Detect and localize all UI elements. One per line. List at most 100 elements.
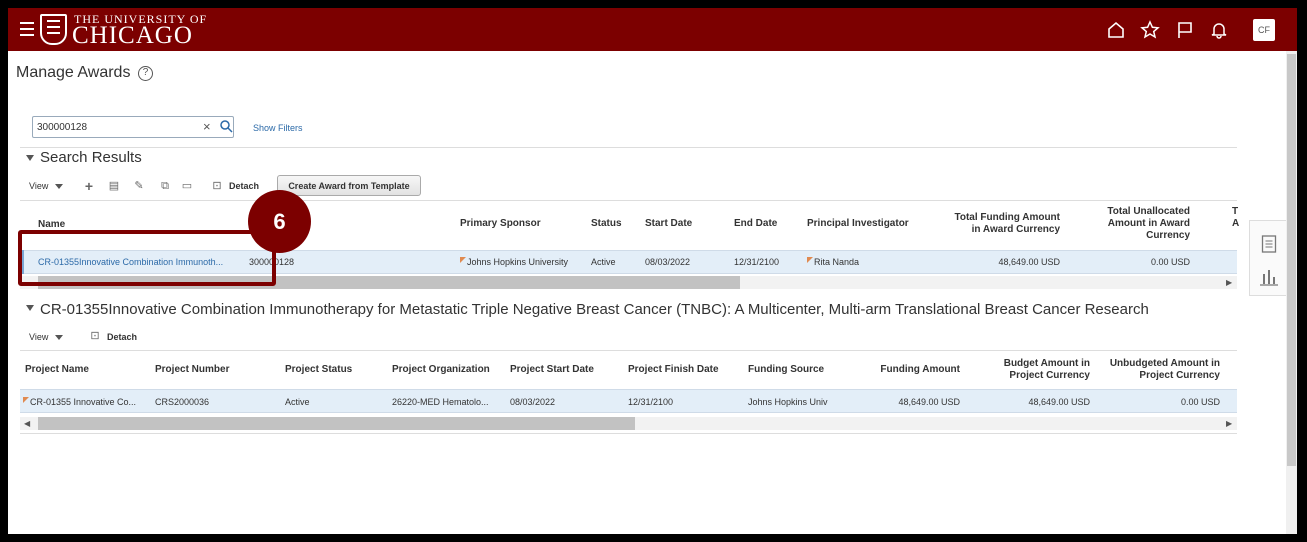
hamburger-menu-icon[interactable]: [20, 22, 34, 36]
search-box: ×: [32, 116, 234, 138]
col-header-project-name[interactable]: Project Name: [25, 364, 89, 376]
project-name-value: CR-01355 Innovative Co...: [30, 397, 137, 407]
budget-amount-cell: 48,649.00 USD: [1028, 397, 1090, 407]
col-header-total-funding-line1: Total Funding Amount: [954, 212, 1060, 223]
col-header-budget-amount[interactable]: Budget Amount in Project Currency: [980, 358, 1090, 382]
project-org-cell: 26220-MED Hematolo...: [392, 397, 489, 407]
col-header-project-finish-date[interactable]: Project Finish Date: [628, 364, 719, 376]
pi-value: Rita Nanda: [814, 257, 860, 267]
divider: [20, 433, 1237, 434]
comments-icon[interactable]: ▭: [181, 180, 193, 192]
status-cell: Active: [591, 257, 616, 267]
total-funding-cell: 48,649.00 USD: [998, 257, 1060, 267]
edit-pencil-icon[interactable]: ✎: [133, 180, 145, 192]
add-icon[interactable]: +: [83, 179, 95, 193]
pi-flag-icon: [807, 257, 813, 263]
col-header-project-number[interactable]: Project Number: [155, 364, 229, 376]
col-header-unallocated-line3: Currency: [1146, 230, 1190, 241]
col-header-primary-sponsor[interactable]: Primary Sponsor: [460, 218, 541, 230]
detail-scroll-left-arrow-icon[interactable]: ◀: [24, 419, 30, 428]
award-detail-title: CR-01355Innovative Combination Immunothe…: [40, 301, 1149, 318]
end-date-cell: 12/31/2100: [734, 257, 780, 267]
detail-view-menu[interactable]: View: [29, 332, 48, 342]
collapse-results-icon[interactable]: [26, 155, 34, 161]
project-finish-cell: 12/31/2100: [628, 397, 674, 407]
page-scrollbar-thumb[interactable]: [1287, 54, 1296, 466]
detail-scrollbar-thumb[interactable]: [38, 417, 635, 430]
col-header-truncated-line2: A: [1232, 218, 1240, 229]
col-header-project-organization[interactable]: Project Organization: [392, 364, 490, 376]
detail-detach-button[interactable]: Detach: [107, 332, 137, 342]
collapse-detail-icon[interactable]: [26, 305, 34, 311]
detail-detach-icon[interactable]: ⊡: [89, 330, 101, 342]
project-number-cell: CRS2000036: [155, 397, 210, 407]
clear-search-icon[interactable]: ×: [203, 120, 211, 134]
col-header-total-unallocated[interactable]: Total Unallocated Amount in Award Curren…: [1078, 206, 1190, 242]
university-crest-logo: [40, 14, 67, 45]
document-list-icon[interactable]: [1261, 235, 1277, 253]
col-header-unallocated-line1: Total Unallocated: [1107, 206, 1190, 217]
user-avatar[interactable]: CF: [1253, 19, 1275, 41]
notifications-bell-icon[interactable]: [1209, 20, 1229, 40]
step-number-badge: 6: [248, 190, 311, 253]
col-header-total-funding-line2: in Award Currency: [971, 224, 1060, 235]
detach-icon[interactable]: ⊡: [211, 180, 223, 192]
col-header-budget-line2: Project Currency: [1009, 370, 1090, 381]
search-input[interactable]: [37, 119, 197, 135]
page-title: Manage Awards: [16, 64, 131, 81]
view-menu[interactable]: View: [29, 181, 48, 191]
app-window: THE UNIVERSITY OF CHICAGO CF Manage Awar…: [8, 8, 1297, 534]
start-date-cell: 08/03/2022: [645, 257, 691, 267]
col-header-project-status[interactable]: Project Status: [285, 364, 352, 376]
funding-amount-cell: 48,649.00 USD: [898, 397, 960, 407]
col-header-funding-amount[interactable]: Funding Amount: [858, 364, 960, 376]
top-bar: THE UNIVERSITY OF CHICAGO CF: [8, 8, 1297, 51]
col-header-total-funding[interactable]: Total Funding Amount in Award Currency: [938, 212, 1060, 236]
col-header-status[interactable]: Status: [591, 218, 622, 230]
col-header-end-date[interactable]: End Date: [734, 218, 777, 230]
document-icon[interactable]: ▤: [108, 180, 120, 192]
favorites-star-icon[interactable]: [1140, 20, 1160, 40]
divider: [20, 147, 1237, 148]
highlight-callout-box: [18, 230, 276, 286]
col-header-unbudgeted-line1: Unbudgeted Amount in: [1109, 358, 1220, 369]
col-header-truncated-line1: T: [1232, 206, 1239, 217]
scroll-right-arrow-icon[interactable]: ▶: [1226, 278, 1232, 287]
divider: [20, 200, 1237, 201]
view-dropdown-icon[interactable]: [55, 184, 63, 189]
logo-main-text[interactable]: CHICAGO: [72, 22, 193, 50]
project-name-cell[interactable]: CR-01355 Innovative Co...: [23, 397, 136, 407]
project-status-cell: Active: [285, 397, 310, 407]
search-icon[interactable]: [219, 119, 233, 133]
pi-cell: Rita Nanda: [807, 257, 859, 267]
flag-icon[interactable]: [1175, 20, 1195, 40]
col-header-budget-line1: Budget Amount in: [1003, 358, 1090, 369]
col-header-principal-investigator[interactable]: Principal Investigator: [807, 218, 909, 230]
primary-sponsor-value: Johns Hopkins University: [467, 257, 569, 267]
home-icon[interactable]: [1106, 20, 1126, 40]
primary-sponsor-cell: Johns Hopkins University: [460, 257, 568, 267]
detail-view-dropdown-icon[interactable]: [55, 335, 63, 340]
project-flag-icon: [23, 397, 29, 403]
create-award-from-template-button[interactable]: Create Award from Template: [277, 175, 421, 196]
col-header-unallocated-line2: Amount in Award: [1107, 218, 1190, 229]
unallocated-cell: 0.00 USD: [1150, 257, 1190, 267]
col-header-truncated[interactable]: T A: [1232, 206, 1239, 230]
col-header-funding-source[interactable]: Funding Source: [748, 364, 824, 376]
project-start-cell: 08/03/2022: [510, 397, 556, 407]
analytics-chart-icon[interactable]: [1259, 268, 1279, 286]
sponsor-flag-icon: [460, 257, 466, 263]
funding-source-cell: Johns Hopkins Univ: [748, 397, 828, 407]
search-results-title: Search Results: [40, 149, 142, 166]
unbudgeted-amount-cell: 0.00 USD: [1180, 397, 1220, 407]
col-header-project-start-date[interactable]: Project Start Date: [510, 364, 594, 376]
col-header-unbudgeted-line2: Project Currency: [1139, 370, 1220, 381]
col-header-unbudgeted-amount[interactable]: Unbudgeted Amount in Project Currency: [1098, 358, 1220, 382]
col-header-start-date[interactable]: Start Date: [645, 218, 692, 230]
show-filters-link[interactable]: Show Filters: [253, 123, 303, 133]
detach-button[interactable]: Detach: [229, 181, 259, 191]
copy-award-icon[interactable]: ⧉: [159, 180, 171, 192]
detail-scroll-right-arrow-icon[interactable]: ▶: [1226, 419, 1232, 428]
help-icon[interactable]: ?: [138, 66, 153, 81]
divider: [20, 350, 1237, 351]
